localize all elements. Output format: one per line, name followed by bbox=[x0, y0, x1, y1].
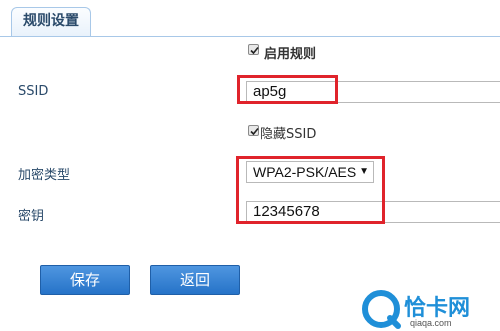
ssid-label: SSID bbox=[18, 84, 49, 99]
back-button[interactable]: 返回 bbox=[150, 265, 240, 295]
ssid-highlight bbox=[237, 75, 338, 104]
tab-rule-settings[interactable]: 规则设置 bbox=[11, 7, 91, 36]
encryption-type-label: 加密类型 bbox=[18, 168, 71, 183]
encryption-key-highlight bbox=[236, 156, 385, 224]
watermark-logo-icon bbox=[362, 290, 401, 329]
watermark-url: qiaqa.com bbox=[410, 318, 452, 328]
enable-rule-checkbox[interactable] bbox=[248, 44, 259, 55]
enable-rule-label: 启用规则 bbox=[264, 47, 317, 62]
tab-bar: 规则设置 bbox=[0, 0, 500, 37]
hide-ssid-checkbox[interactable] bbox=[248, 125, 259, 136]
checkmark-icon bbox=[250, 127, 259, 136]
checkmark-icon bbox=[250, 46, 259, 55]
watermark: 恰卡网 qiaqa.com bbox=[360, 288, 500, 331]
key-label: 密钥 bbox=[18, 209, 45, 224]
save-button[interactable]: 保存 bbox=[40, 265, 130, 295]
hide-ssid-label: 隐藏SSID bbox=[260, 127, 317, 142]
